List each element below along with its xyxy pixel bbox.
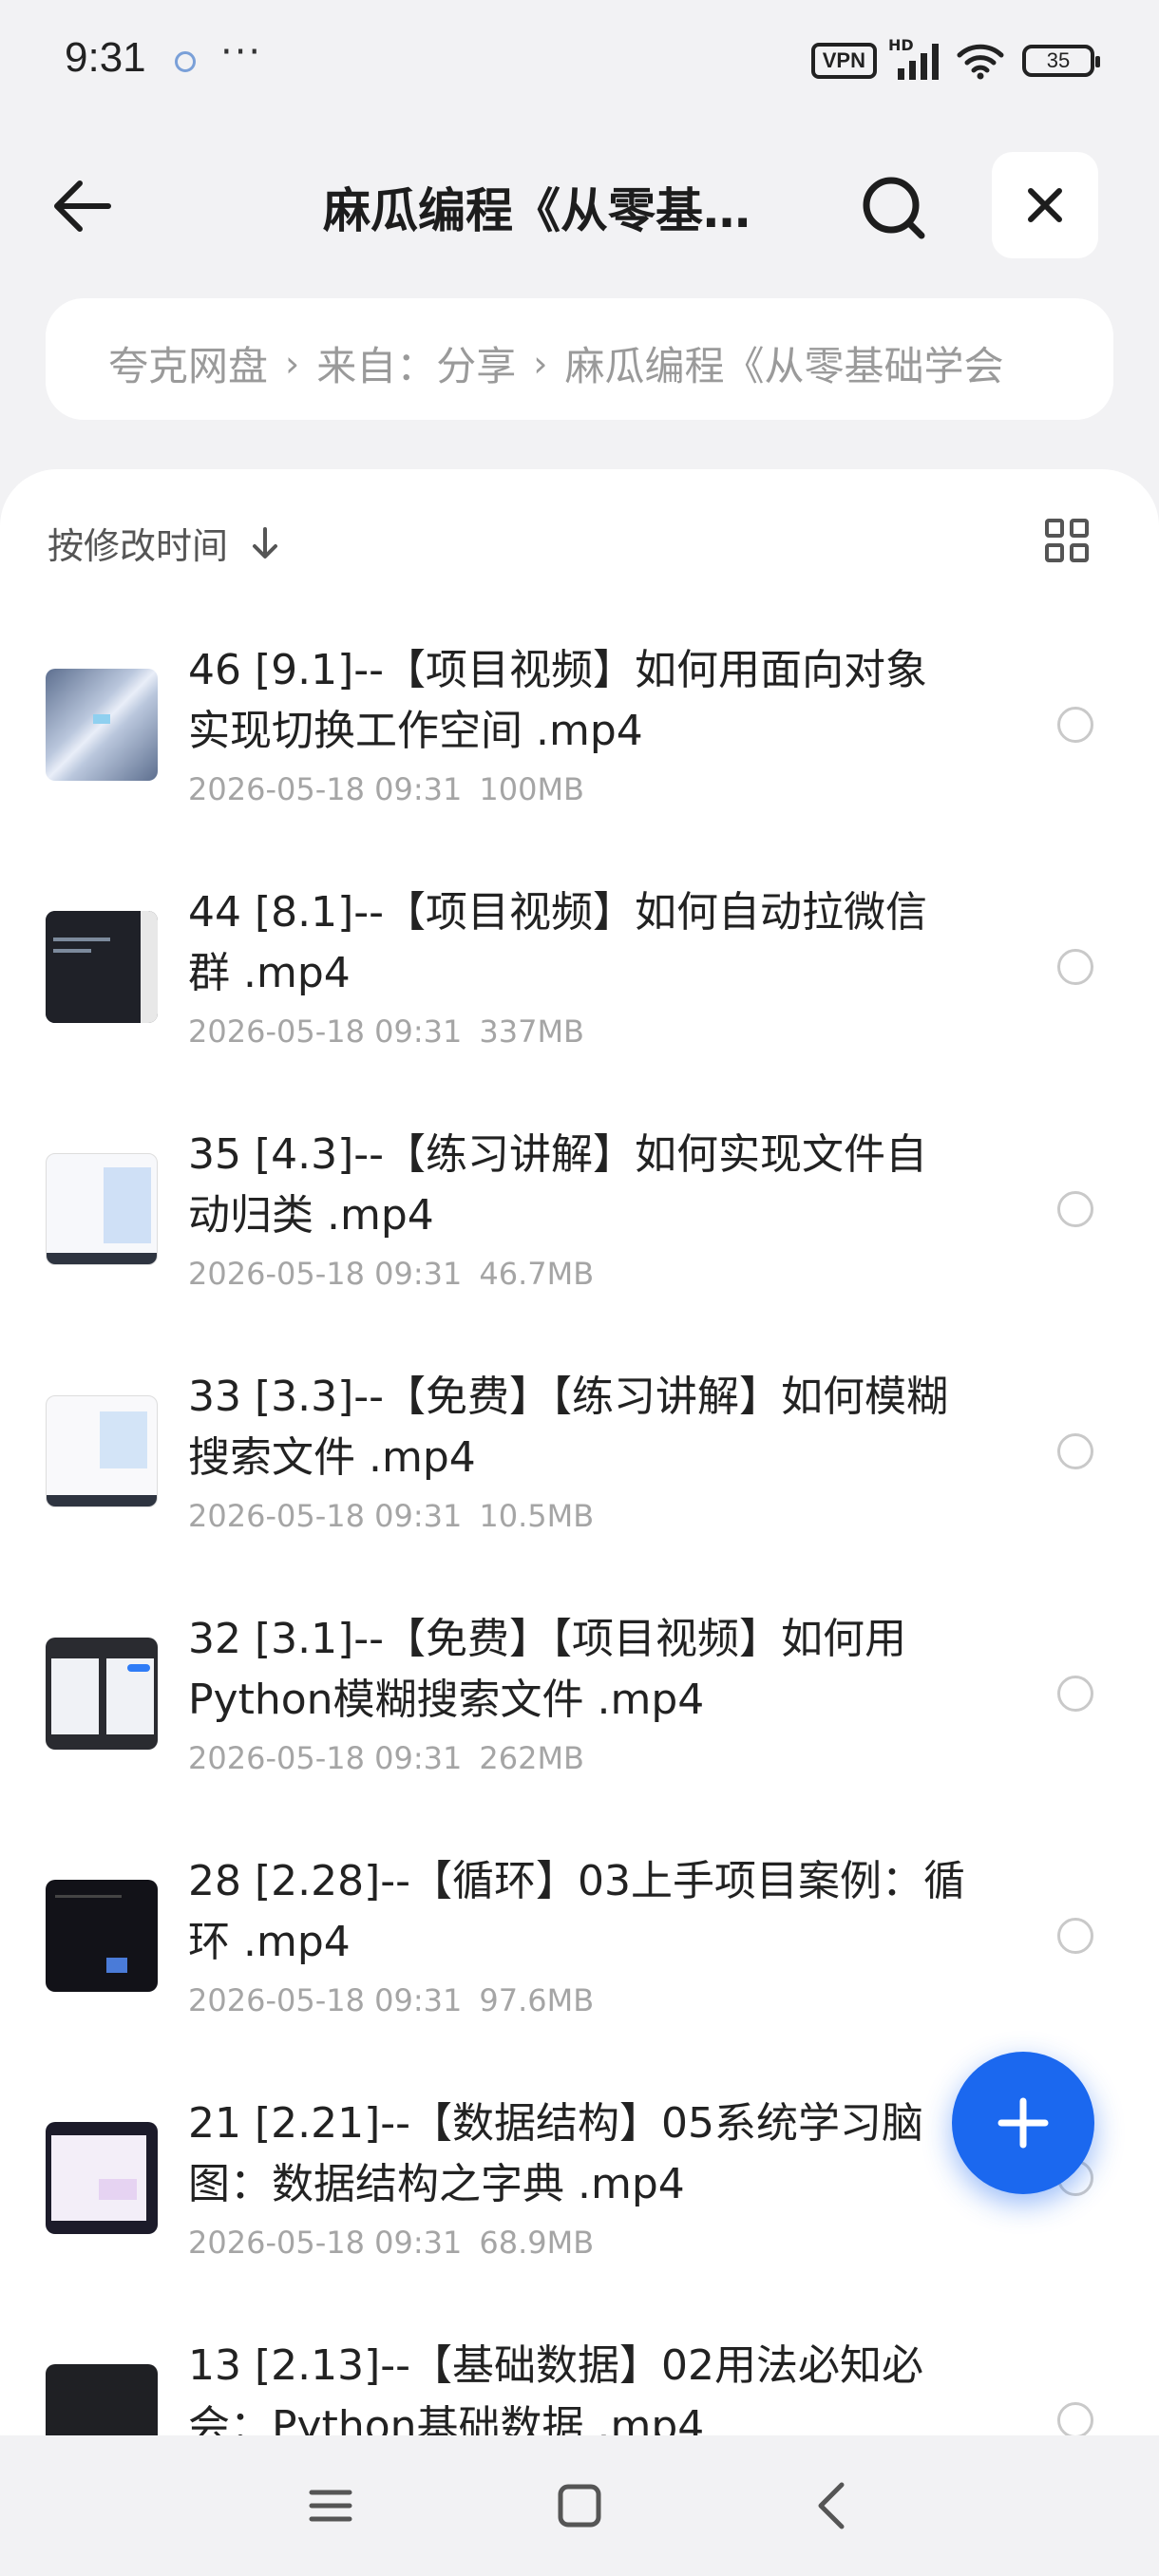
file-row[interactable]: 13 [2.13]--【基础数据】02用法必知必会：Python基础数据 .mp… <box>0 2336 1159 2435</box>
file-meta: 2026-05-18 09:31 46.7MB <box>188 1256 594 1292</box>
file-name: 21 [2.21]--【数据结构】05系统学习脑图：数据结构之字典 .mp4 <box>188 2099 924 2208</box>
file-meta: 2026-05-18 09:31 68.9MB <box>188 2225 594 2261</box>
file-meta: 2026-05-18 09:31 262MB <box>188 1740 584 1776</box>
breadcrumb-item-current[interactable]: 麻瓜编程《从零基础学会 <box>564 334 1003 392</box>
breadcrumb: 夸克网盘 › 来自：分享 › 麻瓜编程《从零基础学会 <box>46 298 1113 420</box>
sort-label: 按修改时间 <box>48 525 229 567</box>
file-size: 68.9MB <box>479 2225 595 2261</box>
file-row[interactable]: 46 [9.1]--【项目视频】如何用面向对象实现切换工作空间 .mp4 202… <box>0 640 1159 882</box>
file-date: 2026-05-18 09:31 <box>188 1256 463 1292</box>
wifi-icon <box>957 44 1004 80</box>
signal-icon: HD <box>888 36 939 80</box>
file-name: 32 [3.1]--【免费】【项目视频】如何用Python模糊搜索文件 .mp4 <box>188 1615 907 1724</box>
video-thumbnail <box>46 1880 158 1992</box>
status-bar: 9:31 ··· VPN HD 35 <box>0 0 1159 123</box>
file-name: 33 [3.3]--【免费】【练习讲解】如何模糊搜索文件 .mp4 <box>188 1373 949 1482</box>
back-triangle-icon[interactable] <box>804 2477 861 2534</box>
file-name: 13 [2.13]--【基础数据】02用法必知必会：Python基础数据 .mp… <box>188 2341 924 2435</box>
file-date: 2026-05-18 09:31 <box>188 771 463 807</box>
video-thumbnail <box>46 2364 158 2435</box>
video-thumbnail <box>46 911 158 1023</box>
video-thumbnail <box>46 1153 158 1265</box>
more-notifications: ··· <box>220 30 263 74</box>
close-button[interactable] <box>992 152 1098 258</box>
file-date: 2026-05-18 09:31 <box>188 1498 463 1534</box>
system-nav-bar <box>0 2435 1159 2576</box>
chevron-right-icon: › <box>533 342 548 385</box>
video-thumbnail <box>46 1395 158 1507</box>
page-title: 麻瓜编程《从零基础学会Python》 <box>323 183 779 238</box>
file-meta: 2026-05-18 09:31 337MB <box>188 1013 584 1050</box>
video-thumbnail <box>46 1638 158 1750</box>
file-date: 2026-05-18 09:31 <box>188 2225 463 2261</box>
select-radio[interactable] <box>1057 1676 1093 1712</box>
file-size: 262MB <box>479 1740 584 1776</box>
status-icons: VPN HD 35 <box>810 36 1100 80</box>
hd-label: HD <box>888 36 914 54</box>
breadcrumb-item-root[interactable]: 夸克网盘 <box>108 334 268 392</box>
select-radio[interactable] <box>1057 2402 1093 2435</box>
file-meta: 2026-05-18 09:31 100MB <box>188 771 584 807</box>
nav-bar: 麻瓜编程《从零基础学会Python》 <box>0 152 1159 258</box>
file-size: 46.7MB <box>479 1256 595 1292</box>
plus-icon <box>998 2097 1049 2149</box>
select-radio[interactable] <box>1057 1433 1093 1469</box>
file-meta: 2026-05-18 09:31 97.6MB <box>188 1982 594 2018</box>
file-row[interactable]: 28 [2.28]--【循环】03上手项目案例：循环 .mp4 2026-05-… <box>0 1851 1159 2093</box>
file-date: 2026-05-18 09:31 <box>188 1013 463 1050</box>
file-name: 46 [9.1]--【项目视频】如何用面向对象实现切换工作空间 .mp4 <box>188 646 928 755</box>
file-row[interactable]: 33 [3.3]--【免费】【练习讲解】如何模糊搜索文件 .mp4 2026-0… <box>0 1367 1159 1609</box>
file-size: 100MB <box>479 771 584 807</box>
file-size: 337MB <box>479 1013 584 1050</box>
close-icon <box>1028 188 1062 222</box>
status-time: 9:31 <box>65 34 146 81</box>
file-row[interactable]: 35 [4.3]--【练习讲解】如何实现文件自动归类 .mp4 2026-05-… <box>0 1125 1159 1367</box>
file-date: 2026-05-18 09:31 <box>188 1982 463 2018</box>
battery-icon: 35 <box>1022 45 1100 77</box>
select-radio[interactable] <box>1057 949 1093 985</box>
search-icon[interactable] <box>855 167 935 247</box>
menu-icon[interactable] <box>302 2477 359 2534</box>
file-name: 28 [2.28]--【循环】03上手项目案例：循环 .mp4 <box>188 1857 966 1966</box>
vpn-icon: VPN <box>810 43 877 79</box>
arrow-down-icon <box>253 526 278 559</box>
video-thumbnail <box>46 669 158 781</box>
file-meta: 2026-05-18 09:31 10.5MB <box>188 1498 594 1534</box>
select-radio[interactable] <box>1057 1191 1093 1227</box>
video-thumbnail <box>46 2122 158 2234</box>
file-date: 2026-05-18 09:31 <box>188 1740 463 1776</box>
file-name: 44 [8.1]--【项目视频】如何自动拉微信群 .mp4 <box>188 888 928 997</box>
file-size: 97.6MB <box>479 1982 595 2018</box>
file-size: 10.5MB <box>479 1498 595 1534</box>
add-button[interactable] <box>952 2052 1094 2194</box>
file-row[interactable]: 44 [8.1]--【项目视频】如何自动拉微信群 .mp4 2026-05-18… <box>0 882 1159 1125</box>
sort-control[interactable]: 按修改时间 <box>48 517 281 569</box>
arrow-left-icon[interactable] <box>48 171 118 241</box>
grid-view-icon[interactable] <box>1045 519 1089 562</box>
select-radio[interactable] <box>1057 707 1093 743</box>
file-name: 35 [4.3]--【练习讲解】如何实现文件自动归类 .mp4 <box>188 1130 928 1240</box>
file-row[interactable]: 32 [3.1]--【免费】【项目视频】如何用Python模糊搜索文件 .mp4… <box>0 1609 1159 1851</box>
home-icon[interactable] <box>551 2477 608 2534</box>
chevron-right-icon: › <box>285 342 300 385</box>
breadcrumb-item-share[interactable]: 来自：分享 <box>316 334 516 392</box>
select-radio[interactable] <box>1057 1918 1093 1954</box>
app-notification-icon <box>175 51 196 72</box>
